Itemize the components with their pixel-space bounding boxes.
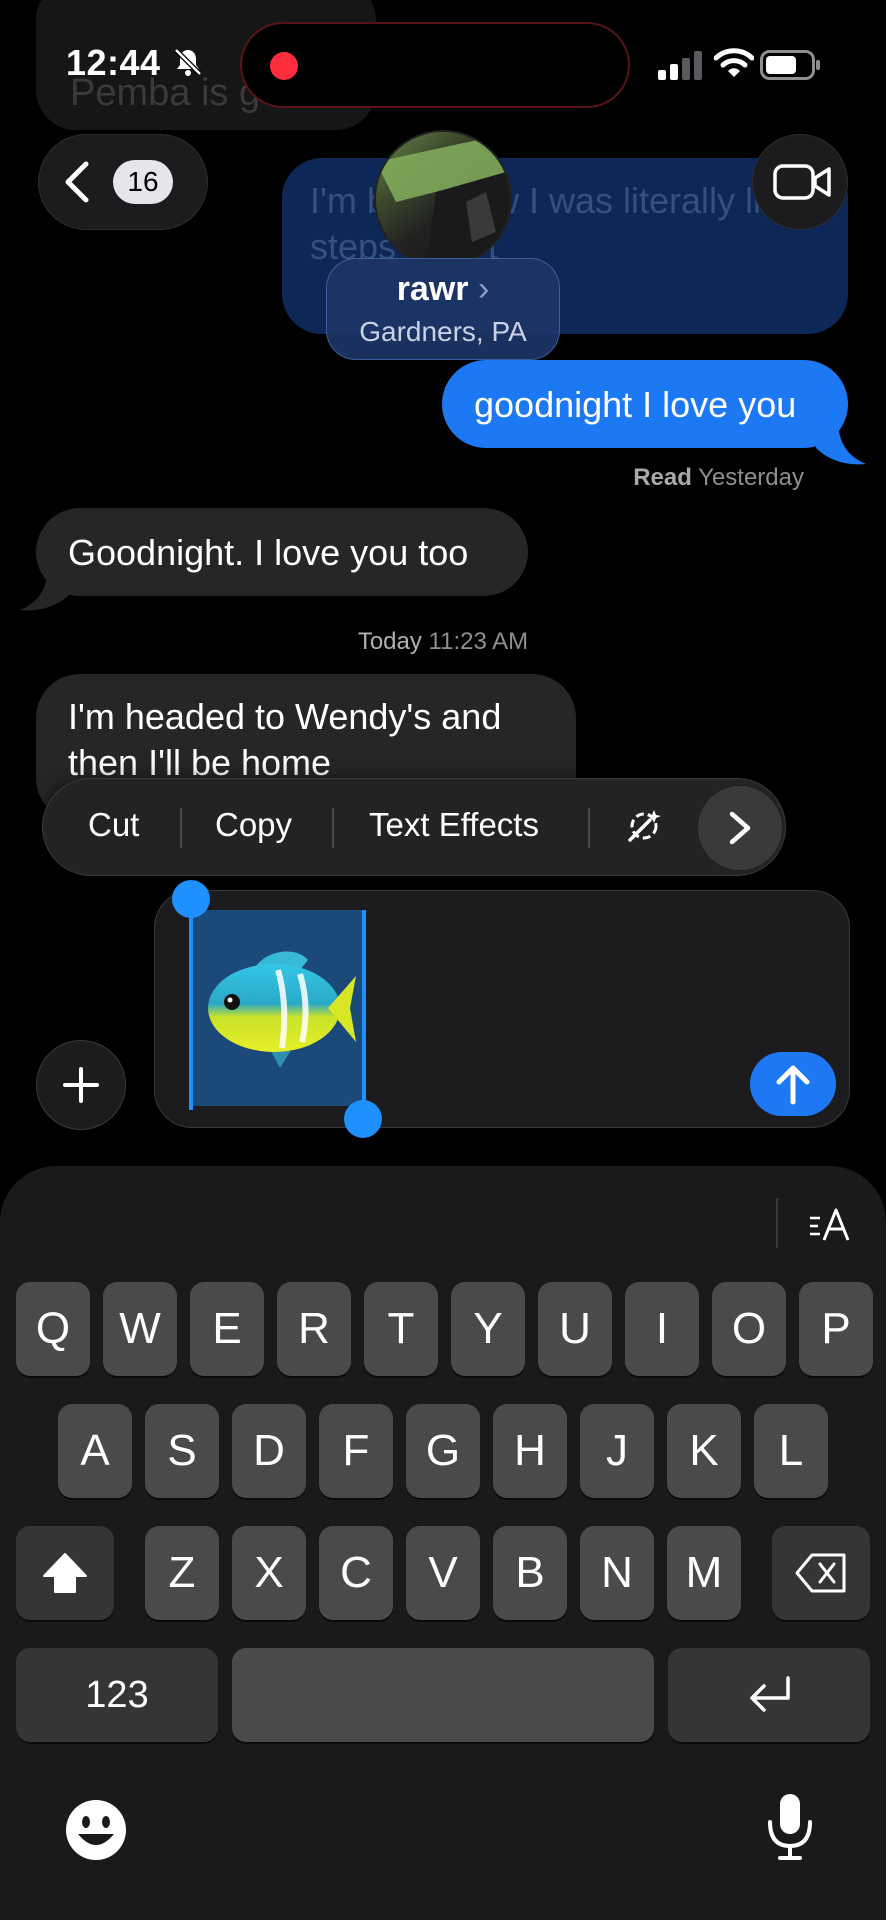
- video-camera-icon: [773, 164, 831, 200]
- key-l[interactable]: L: [754, 1404, 828, 1498]
- numbers-key[interactable]: 123: [16, 1648, 218, 1742]
- status-time: 12:44: [66, 42, 161, 83]
- key-t[interactable]: T: [364, 1282, 438, 1376]
- selection-end-handle[interactable]: [344, 1100, 382, 1138]
- selection-end-bar: [362, 910, 366, 1120]
- key-m[interactable]: M: [667, 1526, 741, 1620]
- return-key[interactable]: [668, 1648, 870, 1742]
- key-i[interactable]: I: [625, 1282, 699, 1376]
- menu-divider: [588, 808, 590, 848]
- menu-divider: [180, 808, 182, 848]
- key-c[interactable]: C: [319, 1526, 393, 1620]
- key-g[interactable]: G: [406, 1404, 480, 1498]
- key-b[interactable]: B: [493, 1526, 567, 1620]
- microphone-icon[interactable]: [764, 1792, 816, 1862]
- space-bar[interactable]: [232, 1648, 654, 1742]
- key-o[interactable]: O: [712, 1282, 786, 1376]
- key-w[interactable]: W: [103, 1282, 177, 1376]
- key-u[interactable]: U: [538, 1282, 612, 1376]
- cellular-signal-icon: [658, 51, 702, 80]
- arrow-up-icon: [776, 1065, 810, 1105]
- sparkle-wand-icon[interactable]: [624, 806, 664, 846]
- menu-copy[interactable]: Copy: [215, 806, 292, 844]
- key-f[interactable]: F: [319, 1404, 393, 1498]
- wifi-icon: [714, 48, 754, 77]
- text-format-icon[interactable]: [808, 1206, 854, 1246]
- key-y[interactable]: Y: [451, 1282, 525, 1376]
- contact-avatar[interactable]: [374, 130, 512, 268]
- key-a[interactable]: A: [58, 1404, 132, 1498]
- unread-count-badge: 16: [113, 160, 173, 204]
- battery-icon: [760, 50, 820, 80]
- shift-key[interactable]: [16, 1526, 114, 1620]
- key-q[interactable]: Q: [16, 1282, 90, 1376]
- key-d[interactable]: D: [232, 1404, 306, 1498]
- key-n[interactable]: N: [580, 1526, 654, 1620]
- delete-key[interactable]: [772, 1526, 870, 1620]
- received-message-text-2: I'm headed to Wendy's and then I'll be h…: [68, 696, 502, 783]
- contact-chevron: ›: [477, 270, 490, 308]
- shift-icon: [43, 1553, 87, 1593]
- tropical-fish-emoji: [208, 951, 356, 1068]
- chevron-right-icon: [729, 811, 751, 845]
- selection-start-bar: [189, 900, 193, 1110]
- selection-start-handle[interactable]: [172, 880, 210, 918]
- key-p[interactable]: P: [799, 1282, 873, 1376]
- menu-cut[interactable]: Cut: [88, 806, 139, 844]
- emoji-icon[interactable]: [64, 1798, 128, 1862]
- key-j[interactable]: J: [580, 1404, 654, 1498]
- plus-icon: [63, 1067, 99, 1103]
- keyboard-toolbar-divider: [776, 1198, 778, 1248]
- key-k[interactable]: K: [667, 1404, 741, 1498]
- key-s[interactable]: S: [145, 1404, 219, 1498]
- key-h[interactable]: H: [493, 1404, 567, 1498]
- key-z[interactable]: Z: [145, 1526, 219, 1620]
- chevron-left-icon: [65, 161, 89, 203]
- key-r[interactable]: R: [277, 1282, 351, 1376]
- key-x[interactable]: X: [232, 1526, 306, 1620]
- received-message-text: Goodnight. I love you too: [68, 532, 469, 573]
- return-icon: [750, 1676, 790, 1712]
- key-v[interactable]: V: [406, 1526, 480, 1620]
- menu-divider: [332, 808, 334, 848]
- day-timestamp: Today 11:23 AM: [357, 628, 529, 655]
- bell-slash-icon: [174, 48, 202, 76]
- contact-name: rawr ›: [396, 270, 490, 308]
- recording-dot-icon: [270, 52, 298, 80]
- contact-location: Gardners, PA: [359, 316, 527, 347]
- delete-backward-icon: [795, 1553, 846, 1593]
- sent-message-text: goodnight I love you: [474, 384, 797, 425]
- key-e[interactable]: E: [190, 1282, 264, 1376]
- menu-text-effects[interactable]: Text Effects: [369, 806, 539, 844]
- dynamic-island[interactable]: [240, 22, 630, 108]
- read-receipt: Read Yesterday: [633, 464, 804, 491]
